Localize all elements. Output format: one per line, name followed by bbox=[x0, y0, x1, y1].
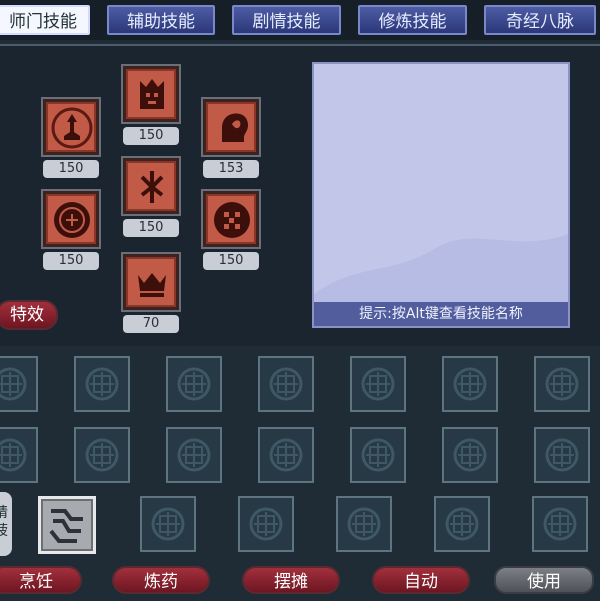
skill-level-7: 70 bbox=[123, 315, 179, 333]
crown-icon bbox=[138, 273, 166, 297]
skill-level-6: 150 bbox=[203, 252, 259, 270]
knot-emblem-icon bbox=[0, 367, 27, 401]
skill-slot-5[interactable] bbox=[123, 158, 179, 214]
knot-emblem-icon bbox=[269, 367, 303, 401]
knot-emblem-icon bbox=[545, 367, 579, 401]
tab-cultivation-skills[interactable]: 修炼技能 bbox=[358, 5, 467, 35]
alt-key-hint: 提示:按Alt键查看技能名称 bbox=[314, 302, 568, 326]
skill-tab-bar: 师门技能 辅助技能 剧情技能 修炼技能 奇经八脉 bbox=[0, 0, 600, 40]
trident-glyph-icon bbox=[140, 171, 164, 203]
cooking-button[interactable]: 烹饪 bbox=[0, 566, 82, 594]
quick-slot[interactable] bbox=[166, 356, 222, 412]
knot-emblem-icon bbox=[177, 367, 211, 401]
tab-meridian-skills[interactable]: 奇经八脉 bbox=[484, 5, 596, 35]
knot-emblem-icon bbox=[269, 438, 303, 472]
knot-emblem-icon bbox=[85, 438, 119, 472]
quick-slot[interactable] bbox=[258, 427, 314, 483]
quick-slot[interactable] bbox=[534, 427, 590, 483]
knot-emblem-icon bbox=[177, 438, 211, 472]
knot-emblem-icon bbox=[545, 438, 579, 472]
alchemy-button[interactable]: 炼药 bbox=[112, 566, 210, 594]
set-stall-button[interactable]: 摆摊 bbox=[242, 566, 340, 594]
silver-rune-icon bbox=[49, 509, 83, 543]
mountain-watermark-icon bbox=[314, 234, 568, 304]
auto-button[interactable]: 自动 bbox=[372, 566, 470, 594]
knot-emblem-icon bbox=[347, 507, 381, 541]
effects-button[interactable]: 特效 bbox=[0, 300, 58, 330]
quick-slot[interactable] bbox=[258, 356, 314, 412]
quick-slot[interactable] bbox=[74, 427, 130, 483]
quick-slot[interactable] bbox=[350, 356, 406, 412]
round-seal-icon bbox=[54, 202, 90, 238]
skill-description-box: 提示:按Alt键查看技能名称 bbox=[312, 62, 570, 328]
skill-slot-6[interactable] bbox=[203, 191, 259, 247]
quick-slot[interactable] bbox=[140, 496, 196, 552]
quick-slot[interactable] bbox=[336, 496, 392, 552]
shrine-icon bbox=[51, 107, 93, 149]
skill-level-3: 153 bbox=[203, 160, 259, 178]
dotted-disc-icon bbox=[214, 202, 250, 238]
quick-slot[interactable] bbox=[0, 356, 38, 412]
leaf-head-icon bbox=[222, 113, 248, 142]
knot-emblem-icon bbox=[151, 507, 185, 541]
quick-slot[interactable] bbox=[532, 496, 588, 552]
use-button[interactable]: 使用 bbox=[494, 566, 594, 594]
quick-slot[interactable] bbox=[534, 356, 590, 412]
skill-slot-4[interactable] bbox=[43, 191, 99, 247]
skill-slot-7[interactable] bbox=[123, 254, 179, 310]
quick-slot[interactable] bbox=[442, 356, 498, 412]
knot-emblem-icon bbox=[453, 438, 487, 472]
skill-level-2: 150 bbox=[123, 127, 179, 145]
skill-level-1: 150 bbox=[43, 160, 99, 178]
knot-emblem-icon bbox=[543, 507, 577, 541]
tab-assist-skills[interactable]: 辅助技能 bbox=[107, 5, 215, 35]
skill-level-5: 150 bbox=[123, 219, 179, 237]
knot-emblem-icon bbox=[361, 438, 395, 472]
skill-level-4: 150 bbox=[43, 252, 99, 270]
knot-emblem-icon bbox=[361, 367, 395, 401]
crowned-mask-icon bbox=[140, 79, 164, 109]
quick-slot[interactable] bbox=[166, 427, 222, 483]
knot-emblem-icon bbox=[445, 507, 479, 541]
skill-slot-1[interactable] bbox=[43, 99, 99, 155]
quick-slot[interactable] bbox=[442, 427, 498, 483]
inventory-item[interactable] bbox=[38, 496, 96, 554]
knot-emblem-icon bbox=[85, 367, 119, 401]
tab-story-skills[interactable]: 剧情技能 bbox=[232, 5, 341, 35]
knot-emblem-icon bbox=[249, 507, 283, 541]
quick-slot[interactable] bbox=[0, 427, 38, 483]
knot-emblem-icon bbox=[0, 438, 27, 472]
knot-emblem-icon bbox=[453, 367, 487, 401]
side-tab[interactable]: 请菠 bbox=[0, 492, 12, 556]
quick-slot[interactable] bbox=[238, 496, 294, 552]
quick-slot[interactable] bbox=[74, 356, 130, 412]
skill-slot-2[interactable] bbox=[123, 66, 179, 122]
tab-school-skills[interactable]: 师门技能 bbox=[0, 5, 90, 35]
quick-slot[interactable] bbox=[350, 427, 406, 483]
quick-slot[interactable] bbox=[434, 496, 490, 552]
skill-slot-3[interactable] bbox=[203, 99, 259, 155]
